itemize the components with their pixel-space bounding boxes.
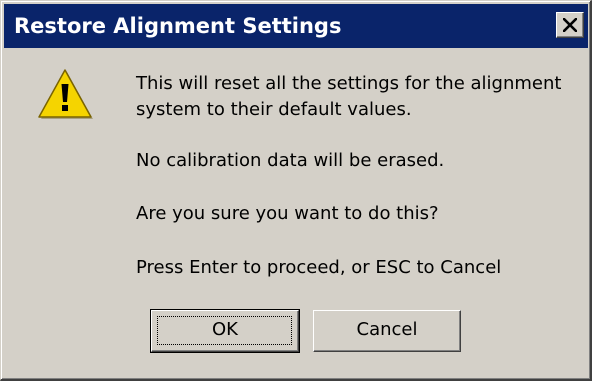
dialog-title: Restore Alignment Settings: [14, 14, 342, 38]
message-line-4: Are you sure you want to do this?: [136, 203, 439, 224]
cancel-button[interactable]: Cancel: [313, 310, 461, 352]
message-line-3: No calibration data will be erased.: [136, 150, 445, 171]
message-line-5: Press Enter to proceed, or ESC to Cancel: [136, 257, 502, 278]
message-line-2: system to their default values.: [136, 99, 412, 120]
cancel-button-label: Cancel: [356, 319, 418, 340]
message-line-1: This will reset all the settings for the…: [136, 73, 562, 94]
title-bar[interactable]: Restore Alignment Settings: [4, 4, 588, 48]
dialog-window: Restore Alignment Settings This will res…: [0, 0, 592, 381]
close-icon: [563, 18, 577, 32]
ok-button-label: OK: [212, 319, 238, 340]
warning-icon: [37, 67, 93, 125]
close-button[interactable]: [556, 12, 584, 38]
ok-button[interactable]: OK: [150, 309, 300, 353]
